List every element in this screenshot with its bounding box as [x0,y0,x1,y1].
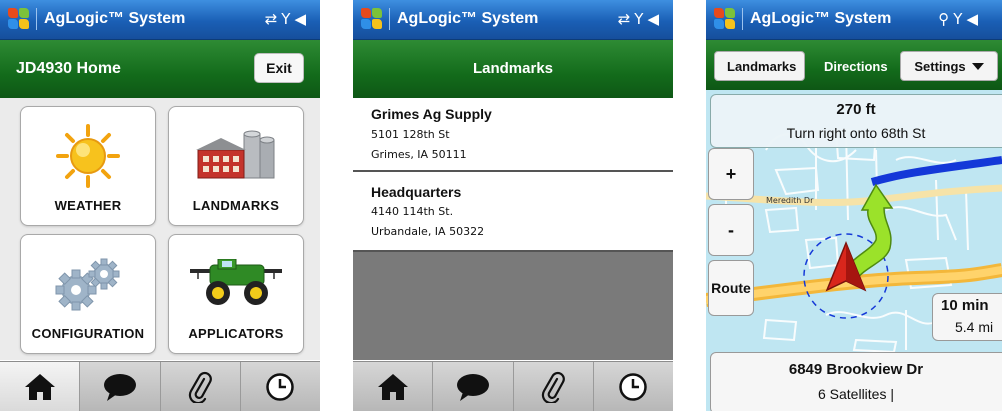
sun-icon [21,121,155,191]
chat-icon [103,373,136,401]
landmark-street: 4140 114th St. [371,205,454,218]
buildings-icon [169,121,303,191]
signal-off-icon: Y [281,10,295,28]
landmarks-screen: AgLogic™ System ⇄Y◀ Landmarks Grimes Ag … [353,0,673,411]
tab-home[interactable] [0,362,80,411]
home-header: JD4930 Home Exit [0,40,320,98]
navigation-screen: AgLogic™ System ⚲Y◀ Landmarks Directions… [706,0,1002,411]
destination-panel[interactable]: 6849 Brookview Dr 6 Satellites | [710,352,1002,411]
status-icons: ⇄Y◀ [265,10,310,28]
tab-home[interactable] [353,362,432,411]
page-title: Landmarks [472,60,554,77]
gps-icon: ⚲ [938,10,954,28]
paperclip-icon [541,371,565,403]
applicators-tile[interactable]: APPLICATORS [168,234,304,354]
settings-label: Settings [914,58,966,74]
status-bar: AgLogic™ System ⇄Y◀ [353,0,673,40]
exit-button[interactable]: Exit [254,53,304,83]
divider [389,8,390,30]
weather-label: WEATHER [54,198,122,213]
home-icon [24,373,55,400]
status-bar: AgLogic™ System ⚲Y◀ [706,0,1002,40]
tab-messages[interactable] [79,362,159,411]
landmark-city: Grimes, IA 50111 [371,148,467,161]
volume-icon: ◀ [294,10,310,28]
page-title: JD4930 Home [16,60,121,77]
back-label: Landmarks [727,58,797,74]
weather-tile[interactable]: WEATHER [20,106,156,226]
sprayer-icon [169,249,303,319]
signal-icon: Y [953,10,967,28]
start-menu-icon[interactable] [714,8,736,30]
status-icons: ⇄Y◀ [618,10,663,28]
chevron-down-icon [971,62,984,70]
gears-icon [21,249,155,319]
tab-bar [353,361,673,411]
app-title: AgLogic™ System [750,10,892,27]
sync-icon: ⇄ [617,10,635,28]
tab-messages[interactable] [432,362,512,411]
satellite-status: 6 Satellites | [817,386,894,402]
paperclip-icon [188,371,212,403]
list-item[interactable]: Grimes Ag Supply 5101 128th St Grimes, I… [353,98,673,172]
start-menu-icon[interactable] [8,8,30,30]
zoom-out-button[interactable]: - [708,204,754,256]
landmark-street: 5101 128th St [371,128,450,141]
home-screen: AgLogic™ System ⇄Y◀ JD4930 Home Exit WEA… [0,0,320,411]
directions-button[interactable]: Directions [824,59,888,74]
configuration-label: CONFIGURATION [31,326,145,341]
turn-instruction: Turn right onto 68th St [786,125,926,141]
landmarks-header: Landmarks [353,40,673,98]
app-title: AgLogic™ System [44,10,186,27]
landmark-name: Grimes Ag Supply [371,106,492,122]
tab-attachments[interactable] [512,362,593,411]
start-menu-icon[interactable] [361,8,383,30]
signal-off-icon: Y [634,10,648,28]
landmark-city: Urbandale, IA 50322 [371,225,485,238]
sync-icon: ⇄ [264,10,282,28]
home-icon [377,373,408,400]
app-title: AgLogic™ System [397,10,539,27]
configuration-tile[interactable]: CONFIGURATION [20,234,156,354]
divider [36,8,37,30]
clock-icon [619,372,648,401]
street-label: Meredith Dr [766,196,814,205]
status-bar: AgLogic™ System ⇄Y◀ [0,0,320,40]
route-button[interactable]: Route [708,260,754,316]
landmark-name: Headquarters [371,184,462,200]
destination-address: 6849 Brookview Dr [788,361,924,378]
eta-minutes: 10 min [941,297,989,314]
tab-history[interactable] [239,362,320,411]
zoom-in-button[interactable]: + [708,148,754,200]
eta-panel: 10 min 5.4 mi [932,293,1002,341]
settings-button[interactable]: Settings [900,51,998,81]
tab-history[interactable] [592,362,673,411]
eta-distance: 5.4 mi [955,319,994,335]
tab-bar [0,361,320,411]
status-icons: ⚲Y◀ [938,10,982,28]
nav-toolbar: Landmarks Directions Settings [706,40,1002,90]
divider [742,8,743,30]
distance-to-turn: 270 ft [836,101,876,118]
tab-attachments[interactable] [159,362,240,411]
back-button[interactable]: Landmarks [714,51,806,81]
applicators-label: APPLICATORS [188,326,284,341]
chat-icon [456,373,489,401]
volume-icon: ◀ [647,10,663,28]
clock-icon [266,372,295,401]
landmarks-tile[interactable]: LANDMARKS [168,106,304,226]
empty-list-area [353,252,673,360]
turn-instruction-panel[interactable]: 270 ft Turn right onto 68th St [710,94,1002,148]
volume-icon: ◀ [966,10,982,28]
list-item[interactable]: Headquarters 4140 114th St. Urbandale, I… [353,172,673,252]
landmarks-label: LANDMARKS [192,198,280,213]
home-grid: WEATHER LANDMARKS CONFIGURATION APPLICAT… [0,98,320,360]
